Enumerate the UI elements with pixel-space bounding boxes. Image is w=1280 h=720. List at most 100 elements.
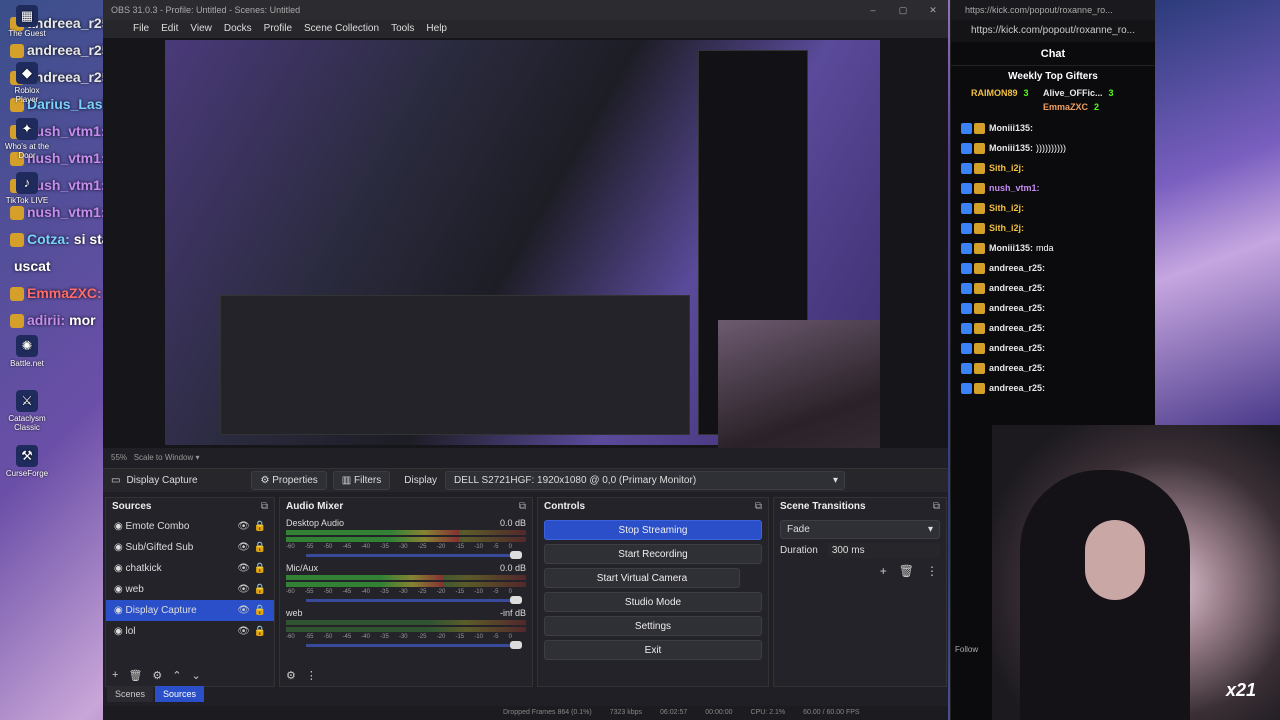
eye-icon[interactable]: 👁 (237, 516, 250, 537)
undock-icon[interactable]: ⧉ (261, 498, 268, 516)
add-icon[interactable]: + (880, 564, 887, 578)
chat-user[interactable]: Sith_i2j: (989, 223, 1024, 233)
maximize-icon[interactable]: ▢ (888, 0, 918, 20)
more-icon[interactable]: ⋮ (926, 564, 938, 578)
studio-mode-button[interactable]: Studio Mode (544, 592, 762, 612)
tab-sources[interactable]: Sources (155, 686, 205, 702)
menu-item-file[interactable]: File (133, 20, 149, 38)
desktop-icon[interactable]: ⚔ Cataclysm Classic (4, 390, 50, 432)
channel-db: 0.0 dB (499, 518, 526, 528)
desktop-icon[interactable]: ✺ Battle.net (4, 335, 50, 368)
lock-icon[interactable]: 🔒 (254, 579, 266, 600)
volume-slider[interactable] (306, 641, 522, 649)
level-meter (286, 537, 526, 542)
chat-user[interactable]: andreea_r25: (989, 363, 1045, 373)
lock-icon[interactable]: 🔒 (254, 600, 266, 621)
desktop-icon[interactable]: ◆ Roblox Player (4, 62, 50, 104)
follow-label[interactable]: Follow (955, 645, 978, 654)
chat-user[interactable]: Moniii135: (989, 243, 1033, 253)
chat-user[interactable]: andreea_r25: (989, 263, 1045, 273)
eye-icon[interactable]: 👁 (237, 621, 250, 642)
chat-user[interactable]: andreea_r25: (989, 343, 1045, 353)
chat-user[interactable]: Moniii135: (989, 123, 1033, 133)
webcam-watermark: x21 (1226, 680, 1257, 700)
chat-user[interactable]: Moniii135: (989, 143, 1033, 153)
undock-icon[interactable]: ⧉ (755, 498, 762, 516)
advanced-audio-icon[interactable]: ⚙ (286, 669, 296, 682)
start-recording-button[interactable]: Start Recording (544, 544, 762, 564)
transition-select[interactable]: Fade ▾ (780, 520, 940, 539)
source-name: Sub/Gifted Sub (125, 542, 194, 553)
chat-message: Moniii135: mda (951, 238, 1155, 258)
source-item[interactable]: ◉ web 👁 🔒 (106, 579, 274, 600)
gear-icon[interactable]: ⚙ (152, 669, 162, 682)
chat-message: andreea_r25: (951, 258, 1155, 278)
filters-label: Filters (354, 475, 382, 486)
chat-user[interactable]: Sith_i2j: (989, 163, 1024, 173)
obs-window: OBS 31.0.3 - Profile: Untitled - Scenes:… (103, 0, 948, 720)
eye-icon[interactable]: 👁 (237, 600, 250, 621)
lock-icon[interactable]: 🔒 (254, 516, 266, 537)
source-item[interactable]: ◉ Sub/Gifted Sub 👁 🔒 (106, 537, 274, 558)
desktop-icon[interactable]: ▦ The Guest (4, 5, 50, 38)
desktop-icon[interactable]: ♪ TikTok LIVE (4, 172, 50, 205)
badge-icon (974, 283, 985, 295)
start-virtual-camera-button[interactable]: Start Virtual Camera (544, 568, 740, 588)
exit-button[interactable]: Exit (544, 640, 762, 660)
scale-tick: -35 (380, 544, 389, 550)
badge-icon (961, 143, 972, 155)
properties-button[interactable]: ⚙ Properties (251, 471, 327, 490)
preview-canvas[interactable] (103, 38, 948, 483)
lock-icon[interactable]: 🔒 (254, 621, 266, 642)
source-item[interactable]: ◉ Emote Combo 👁 🔒 (106, 516, 274, 537)
source-type-icon: ◉ (114, 584, 126, 595)
trash-icon[interactable]: 🗑 (128, 669, 142, 682)
menu-item-profile[interactable]: Profile (264, 20, 292, 38)
overlay-chat-user: Cotza: (27, 231, 70, 247)
streamer-face (1085, 520, 1145, 600)
scale-label[interactable]: Scale to Window (134, 453, 194, 462)
stop-streaming-button[interactable]: Stop Streaming (544, 520, 762, 540)
eye-icon[interactable]: 👁 (237, 537, 250, 558)
chat-user[interactable]: andreea_r25: (989, 323, 1045, 333)
trash-icon[interactable]: 🗑 (899, 564, 914, 578)
chat-user[interactable]: nush_vtm1: (989, 183, 1040, 193)
desktop-icon[interactable]: ✦ Who's at the Door (4, 118, 50, 160)
menu-item-scene-collection[interactable]: Scene Collection (304, 20, 379, 38)
chat-user[interactable]: andreea_r25: (989, 383, 1045, 393)
filters-button[interactable]: ▥ Filters (332, 471, 391, 490)
chat-user[interactable]: andreea_r25: (989, 283, 1045, 293)
undock-icon[interactable]: ⧉ (519, 498, 526, 516)
menu-item-tools[interactable]: Tools (391, 20, 414, 38)
add-icon[interactable]: + (112, 669, 118, 682)
menu-item-view[interactable]: View (190, 20, 212, 38)
chat-user[interactable]: andreea_r25: (989, 303, 1045, 313)
close-icon[interactable]: ✕ (918, 0, 948, 20)
display-select[interactable]: DELL S2721HGF: 1920x1080 @ 0,0 (Primary … (445, 471, 846, 490)
undock-icon[interactable]: ⧉ (933, 498, 940, 516)
lock-icon[interactable]: 🔒 (254, 558, 266, 579)
eye-icon[interactable]: 👁 (237, 579, 250, 600)
source-item[interactable]: ◉ Display Capture 👁 🔒 (106, 600, 274, 621)
kick-address-bar[interactable]: https://kick.com/popout/roxanne_ro... (951, 20, 1155, 42)
obs-title-bar: OBS 31.0.3 - Profile: Untitled - Scenes:… (103, 0, 948, 20)
lock-icon[interactable]: 🔒 (254, 537, 266, 558)
more-icon[interactable]: ⋮ (306, 669, 317, 682)
menu-item-docks[interactable]: Docks (224, 20, 252, 38)
source-item[interactable]: ◉ chatkick 👁 🔒 (106, 558, 274, 579)
desktop-icon[interactable]: ⚒ CurseForge (4, 445, 50, 478)
menu-item-edit[interactable]: Edit (161, 20, 178, 38)
move-down-icon[interactable]: ⌄ (192, 669, 201, 682)
tab-scenes[interactable]: Scenes (107, 686, 154, 702)
chat-user[interactable]: Sith_i2j: (989, 203, 1024, 213)
menu-item-help[interactable]: Help (426, 20, 447, 38)
settings-button[interactable]: Settings (544, 616, 762, 636)
volume-slider[interactable] (306, 596, 522, 604)
move-up-icon[interactable]: ⌃ (172, 669, 181, 682)
transitions-dock-header: Scene Transitions ⧉ (774, 498, 946, 516)
minimize-icon[interactable]: – (858, 0, 888, 20)
eye-icon[interactable]: 👁 (237, 558, 250, 579)
volume-slider[interactable] (306, 551, 522, 559)
duration-input[interactable]: 300 ms (827, 543, 940, 558)
source-item[interactable]: ◉ lol 👁 🔒 (106, 621, 274, 642)
